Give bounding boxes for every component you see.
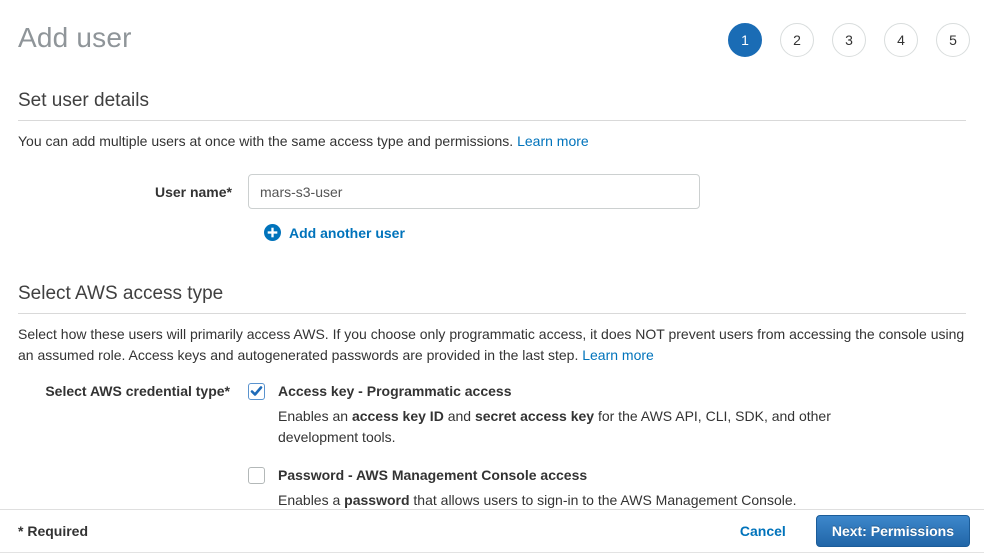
credential-option-access-key: Select AWS credential type* Access key -… xyxy=(18,383,966,448)
learn-more-link-access-type[interactable]: Learn more xyxy=(582,347,654,363)
step-3[interactable]: 3 xyxy=(832,23,866,57)
user-details-heading: Set user details xyxy=(18,90,966,121)
password-option-content: Password - AWS Management Console access… xyxy=(278,467,797,511)
access-key-option-content: Access key - Programmatic access Enables… xyxy=(278,383,870,448)
access-type-heading: Select AWS access type xyxy=(18,283,966,314)
username-label: User name* xyxy=(18,184,248,200)
step-4[interactable]: 4 xyxy=(884,23,918,57)
required-note: * Required xyxy=(18,523,88,539)
section-user-details: Set user details You can add multiple us… xyxy=(0,90,984,241)
access-key-option-title: Access key - Programmatic access xyxy=(278,383,870,400)
username-row: User name* xyxy=(18,174,966,209)
add-icon xyxy=(264,224,281,241)
step-5[interactable]: 5 xyxy=(936,23,970,57)
wizard-footer: * Required Cancel Next: Permissions xyxy=(0,509,984,553)
password-option-title: Password - AWS Management Console access xyxy=(278,467,797,484)
user-details-intro: You can add multiple users at once with … xyxy=(18,131,966,152)
add-another-user-button[interactable]: Add another user xyxy=(264,224,405,241)
add-another-user-label: Add another user xyxy=(289,225,405,241)
next-permissions-button[interactable]: Next: Permissions xyxy=(816,515,970,547)
add-another-user-row: Add another user xyxy=(264,224,966,241)
credential-option-password: Select AWS credential type* Password - A… xyxy=(18,467,966,511)
cancel-button[interactable]: Cancel xyxy=(740,523,786,539)
credential-type-label: Select AWS credential type* xyxy=(18,383,248,400)
section-access-type: Select AWS access type Select how these … xyxy=(0,283,984,511)
step-2[interactable]: 2 xyxy=(780,23,814,57)
access-key-checkbox[interactable] xyxy=(248,383,265,400)
credential-type-block: Select AWS credential type* Access key -… xyxy=(18,383,966,511)
page-title: Add user xyxy=(18,22,132,54)
user-details-intro-text: You can add multiple users at once with … xyxy=(18,133,517,149)
access-key-option-description: Enables an access key ID and secret acce… xyxy=(278,406,870,448)
step-1[interactable]: 1 xyxy=(728,23,762,57)
wizard-step-indicator: 1 2 3 4 5 xyxy=(728,23,970,57)
password-option-description: Enables a password that allows users to … xyxy=(278,490,797,511)
learn-more-link-user-details[interactable]: Learn more xyxy=(517,133,589,149)
password-checkbox[interactable] xyxy=(248,467,265,484)
checkmark-icon xyxy=(250,385,263,398)
footer-actions: Cancel Next: Permissions xyxy=(740,515,970,547)
wizard-header: Add user 1 2 3 4 5 xyxy=(0,0,984,57)
username-input[interactable] xyxy=(248,174,700,209)
access-type-intro-text: Select how these users will primarily ac… xyxy=(18,326,964,363)
access-type-intro: Select how these users will primarily ac… xyxy=(18,324,966,366)
